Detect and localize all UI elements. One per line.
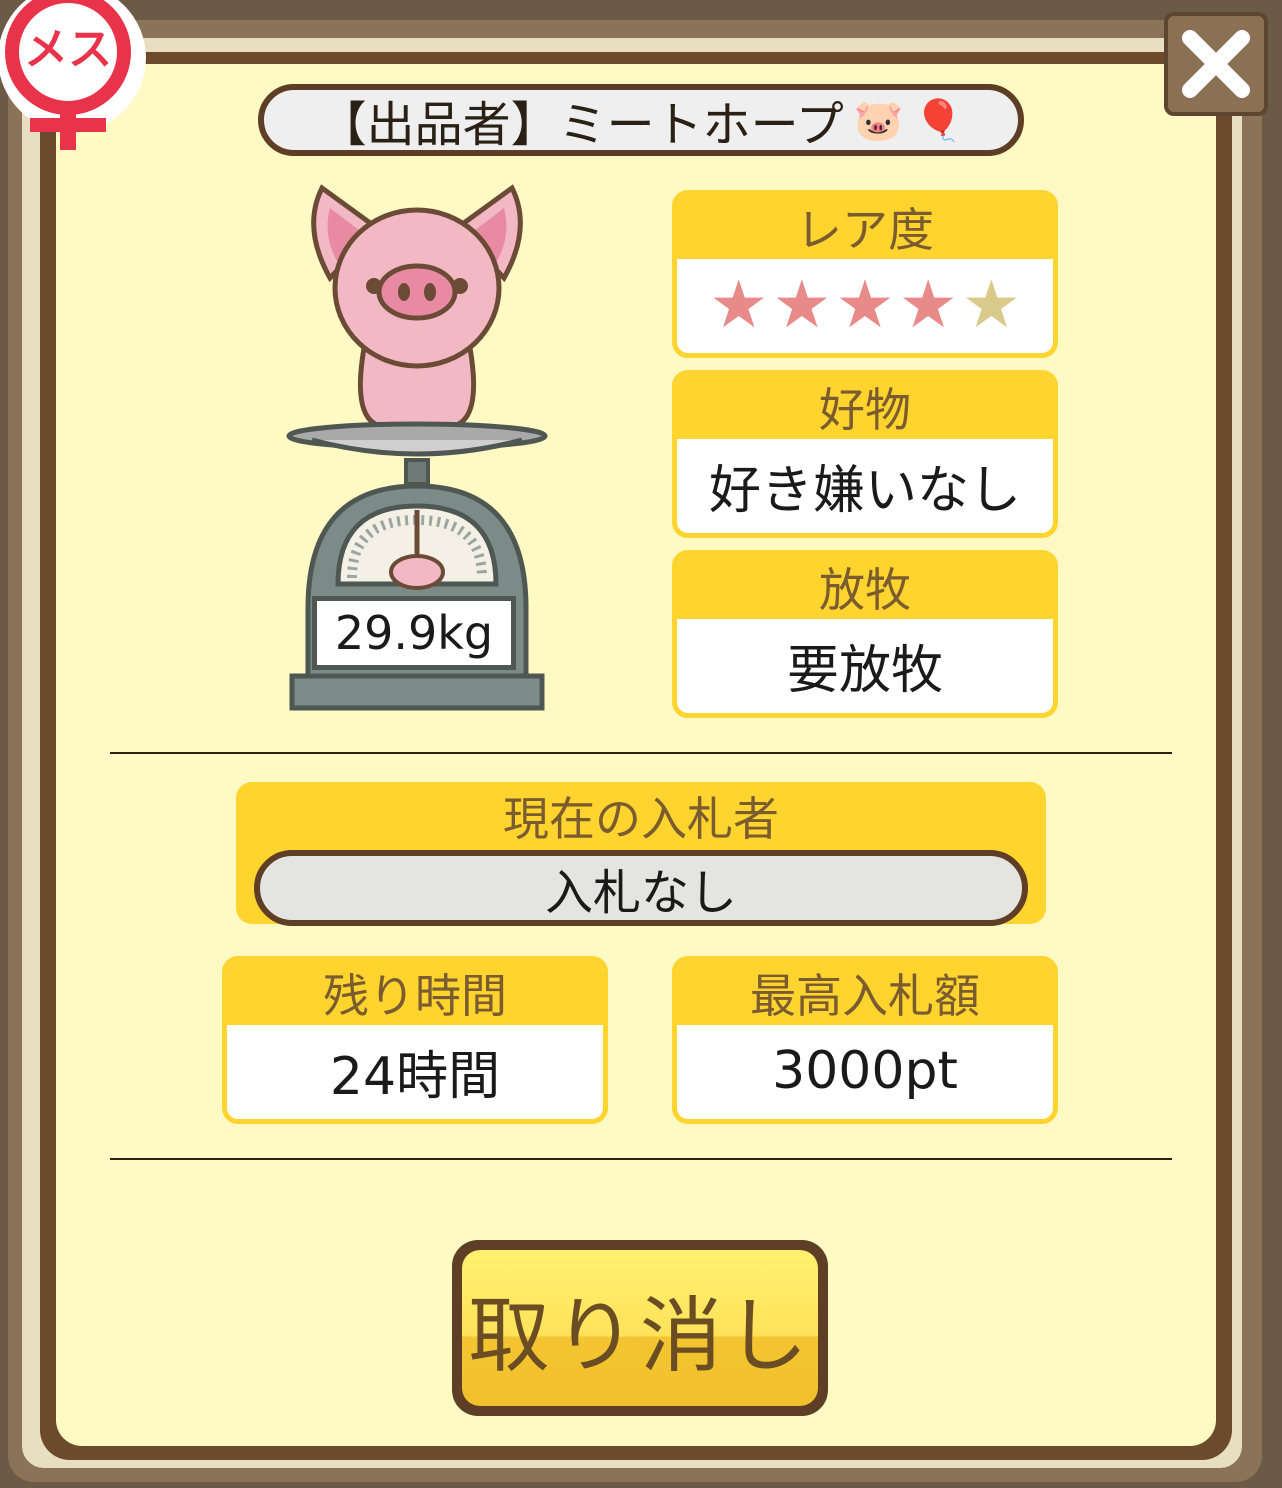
rarity-card: レア度 ★ ★ ★ ★ ★ — [672, 190, 1058, 358]
pig-face-icon: 🐷 — [853, 97, 904, 144]
female-badge: メス — [0, 0, 160, 160]
current-bidder-value: 入札なし — [254, 850, 1028, 926]
time-left-card: 残り時間 24時間 — [222, 956, 608, 1124]
grazing-card: 放牧 要放牧 — [672, 550, 1058, 718]
favorite-food-card: 好物 好き嫌いなし — [672, 370, 1058, 538]
cancel-button-label: 取り消し — [462, 1250, 818, 1406]
divider — [110, 1158, 1172, 1160]
favorite-value: 好き嫌いなし — [708, 460, 1021, 521]
weight-display: 29.9kg — [312, 596, 516, 670]
rarity-title: レア度 — [677, 195, 1053, 259]
favorite-title: 好物 — [677, 375, 1053, 439]
current-bidder-card: 現在の入札者 入札なし — [236, 782, 1046, 926]
star-empty-icon: ★ — [961, 266, 1021, 343]
star-filled-icon: ★ — [772, 266, 832, 343]
cancel-button[interactable]: 取り消し — [452, 1240, 828, 1416]
close-icon — [1182, 30, 1250, 98]
seller-name: 【出品者】ミートホープ — [318, 97, 844, 153]
seller-label: 【出品者】ミートホープ 🐷 🎈 — [258, 84, 1024, 156]
star-filled-icon: ★ — [898, 266, 958, 343]
gender-label: メス — [24, 24, 112, 75]
grazing-value: 要放牧 — [786, 640, 943, 701]
current-bidder-title: 現在の入札者 — [503, 792, 779, 846]
rarity-stars: ★ ★ ★ ★ ★ — [677, 259, 1053, 351]
star-filled-icon: ★ — [709, 266, 769, 343]
grazing-title: 放牧 — [677, 555, 1053, 619]
star-filled-icon: ★ — [835, 266, 895, 343]
divider — [110, 752, 1172, 754]
time-left-value: 24時間 — [329, 1046, 501, 1107]
max-bid-value: 3000pt — [772, 1041, 958, 1101]
time-left-title: 残り時間 — [227, 961, 603, 1025]
balloon-icon: 🎈 — [913, 97, 964, 144]
max-bid-title: 最高入札額 — [677, 961, 1053, 1025]
close-button[interactable] — [1164, 12, 1268, 116]
female-symbol-icon: メス — [0, 0, 146, 150]
max-bid-card: 最高入札額 3000pt — [672, 956, 1058, 1124]
